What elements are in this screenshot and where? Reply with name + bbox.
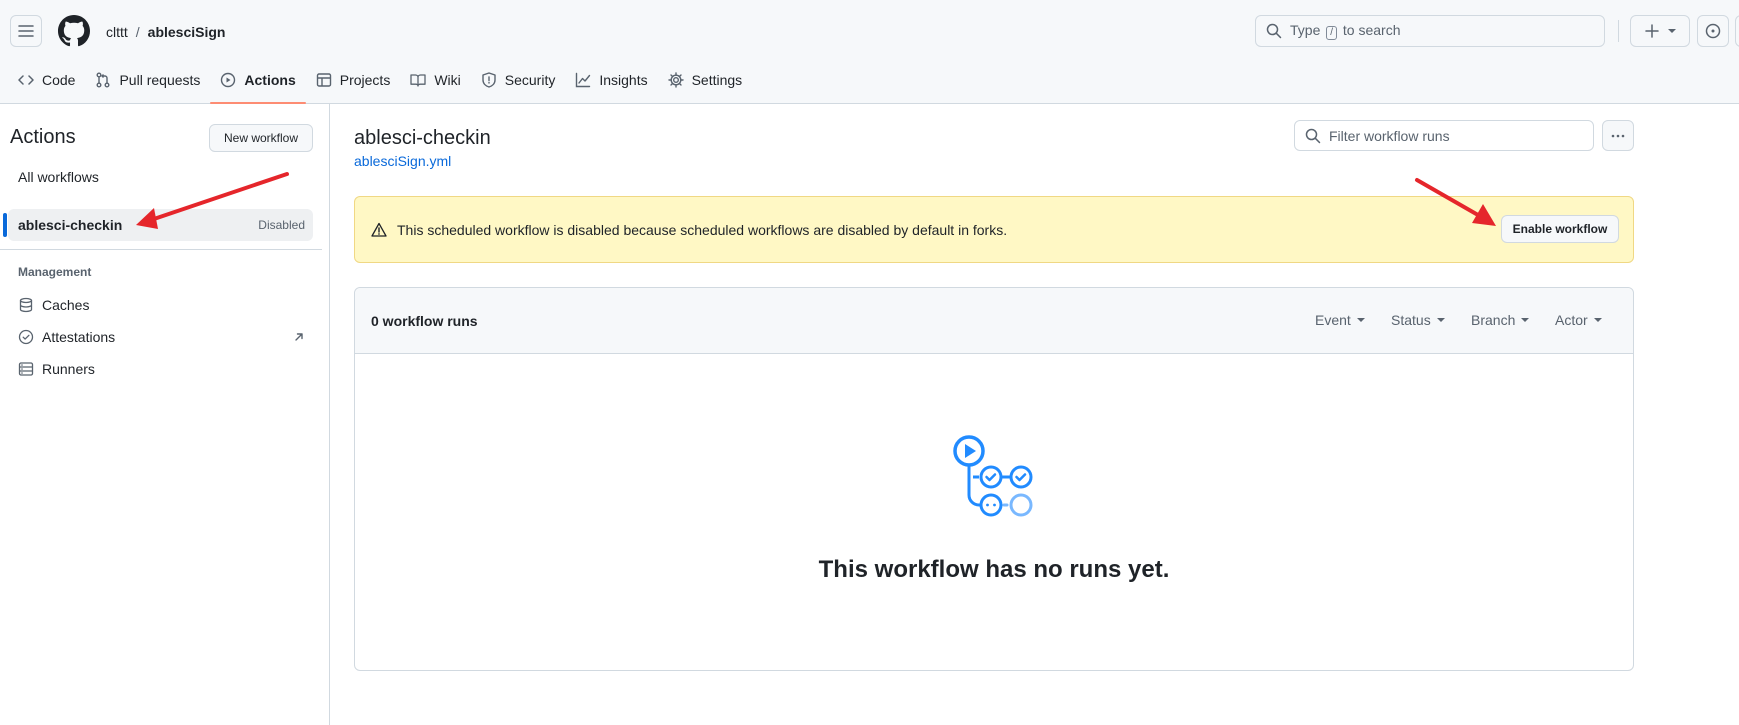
warning-text: This scheduled workflow is disabled beca… [397, 221, 1008, 238]
search-placeholder-prefix: Type [1290, 22, 1321, 38]
branch-filter-dropdown[interactable]: Branch [1471, 312, 1530, 328]
tab-label: Projects [339, 72, 391, 88]
sidebar-item-label: Caches [42, 297, 90, 313]
pull-request-icon [96, 72, 110, 88]
server-icon [18, 362, 34, 376]
dropdown-label: Event [1315, 312, 1351, 328]
github-logo-icon[interactable] [58, 15, 90, 47]
tab-label: Settings [691, 72, 743, 88]
runs-count: 0 workflow runs [371, 313, 478, 329]
triangle-down-icon [1668, 29, 1676, 33]
search-placeholder-suffix: to search [1342, 22, 1401, 38]
database-icon [19, 297, 33, 313]
triangle-down-icon [1356, 318, 1365, 322]
arrow-up-right-icon [295, 333, 303, 341]
tab-code[interactable]: Code [8, 62, 85, 98]
more-options-button[interactable] [1602, 120, 1634, 151]
status-filter-dropdown[interactable]: Status [1391, 312, 1445, 328]
book-icon [410, 74, 426, 87]
filter-placeholder: Filter workflow runs [1329, 127, 1450, 144]
tab-label: Insights [599, 72, 648, 88]
enable-workflow-button[interactable]: Enable workflow [1501, 215, 1619, 243]
create-new-button[interactable] [1630, 15, 1690, 47]
code-icon [18, 75, 34, 85]
sidebar-item-ablesci-checkin[interactable]: ablesci-checkin Disabled [8, 209, 313, 241]
gear-icon [667, 72, 684, 88]
tab-label: Actions [244, 72, 296, 88]
triangle-down-icon [1436, 318, 1445, 322]
empty-state-message: This workflow has no runs yet. [818, 556, 1170, 583]
filter-workflow-runs-input[interactable]: Filter workflow runs [1294, 120, 1594, 151]
workflow-graph-icon [953, 435, 1033, 517]
tab-label: Pull requests [119, 72, 201, 88]
table-icon [316, 73, 331, 87]
repo-owner-link[interactable]: clttt [106, 22, 128, 42]
alert-icon [371, 222, 387, 237]
tab-actions[interactable]: Actions [210, 62, 307, 104]
search-icon [1305, 128, 1321, 143]
selected-indicator [3, 213, 7, 237]
dropdown-label: Branch [1471, 312, 1516, 328]
play-icon [221, 72, 236, 88]
search-shortcut-key: / [1326, 26, 1338, 40]
sidebar-item-runners[interactable]: Runners [8, 354, 313, 384]
breadcrumb-separator: / [135, 24, 140, 40]
repo-nav-tabs: Code Pull requests Actions Projects Wiki… [8, 62, 752, 104]
workflow-title: ablesci-checkin [354, 127, 491, 149]
tab-wiki[interactable]: Wiki [400, 62, 470, 98]
pull-requests-button[interactable] [1735, 15, 1739, 47]
verified-icon [18, 329, 34, 345]
kebab-horizontal-icon [1611, 134, 1625, 137]
sidebar-item-attestations[interactable]: Attestations [8, 322, 313, 352]
tab-projects[interactable]: Projects [306, 62, 401, 98]
status-badge: Disabled [258, 218, 305, 232]
new-workflow-button[interactable]: New workflow [209, 124, 313, 152]
event-filter-dropdown[interactable]: Event [1315, 312, 1365, 328]
disabled-warning-banner: This scheduled workflow is disabled beca… [354, 196, 1634, 263]
search-icon [1266, 23, 1282, 39]
issues-button[interactable] [1697, 15, 1729, 47]
sidebar-item-label: All workflows [18, 169, 99, 185]
sidebar-item-label: Runners [42, 361, 95, 377]
sidebar-item-all-workflows[interactable]: All workflows [8, 161, 313, 193]
sidebar-title: Actions [10, 126, 76, 148]
repo-name-link[interactable]: ablesciSign [148, 22, 226, 42]
tab-insights[interactable]: Insights [565, 62, 657, 98]
tab-pull-requests[interactable]: Pull requests [85, 62, 210, 98]
sidebar-item-caches[interactable]: Caches [8, 290, 313, 320]
issue-opened-icon [1705, 23, 1721, 39]
triangle-down-icon [1593, 318, 1602, 322]
dropdown-label: Actor [1555, 312, 1588, 328]
shield-icon [482, 72, 496, 88]
dropdown-label: Status [1391, 312, 1431, 328]
tab-label: Security [504, 72, 556, 88]
tab-security[interactable]: Security [471, 62, 566, 98]
hamburger-icon [18, 25, 34, 37]
workflow-runs-panel: 0 workflow runs Event Status Branch Acto… [354, 287, 1634, 671]
app-header: clttt / ablesciSign Type / to search Cod… [0, 0, 1739, 104]
actor-filter-dropdown[interactable]: Actor [1555, 312, 1602, 328]
actions-sidebar: Actions New workflow All workflows ables… [0, 104, 330, 725]
management-heading: Management [18, 265, 92, 279]
tab-settings[interactable]: Settings [658, 62, 753, 98]
graph-icon [576, 72, 591, 88]
search-input[interactable]: Type / to search [1255, 15, 1605, 47]
workflow-runs-header: 0 workflow runs Event Status Branch Acto… [355, 288, 1633, 354]
tab-label: Wiki [434, 72, 461, 88]
plus-icon [1645, 24, 1659, 38]
sidebar-item-label: Attestations [42, 329, 116, 345]
sidebar-divider [0, 249, 322, 250]
triangle-down-icon [1521, 318, 1530, 322]
breadcrumb: clttt / ablesciSign [106, 22, 225, 42]
sidebar-item-label: ablesci-checkin [18, 217, 123, 233]
workflow-file-link[interactable]: ablesciSign.yml [354, 153, 451, 169]
menu-button[interactable] [10, 15, 42, 47]
header-divider [1618, 20, 1619, 42]
tab-label: Code [42, 72, 76, 88]
